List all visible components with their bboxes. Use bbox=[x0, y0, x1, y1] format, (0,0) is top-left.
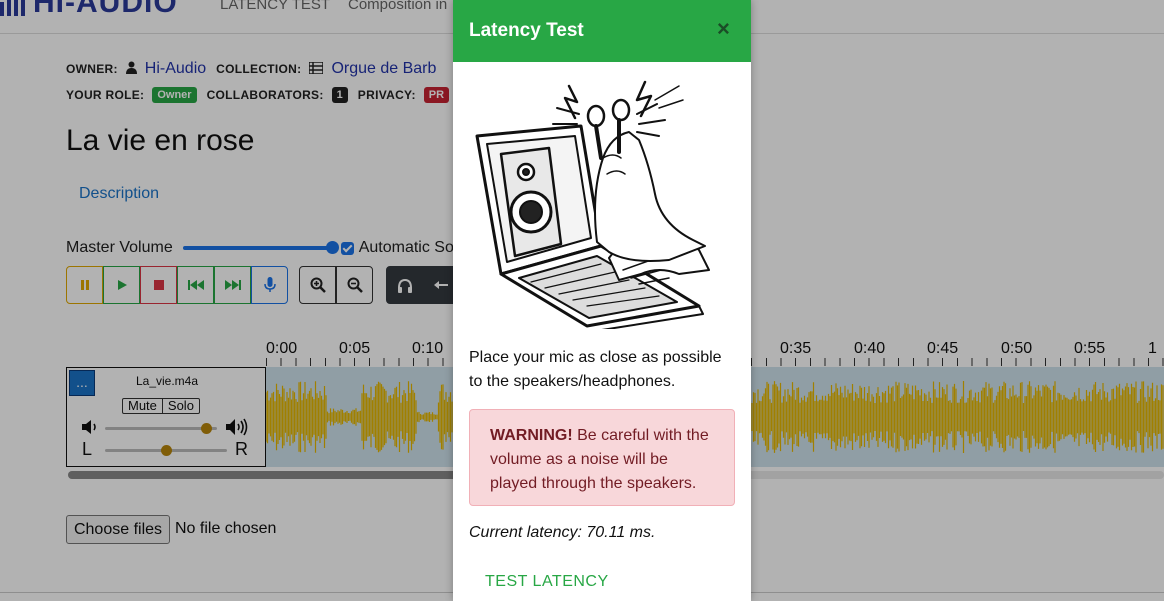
close-icon[interactable]: × bbox=[717, 18, 730, 40]
modal-header: Latency Test × bbox=[453, 0, 751, 62]
warning-alert: WARNING! Be careful with the volume as a… bbox=[469, 409, 735, 506]
instruction-text: Place your mic as close as possible to t… bbox=[469, 349, 722, 390]
latency-test-modal: Latency Test × Place your mic as close a… bbox=[453, 0, 751, 601]
test-latency-button[interactable]: TEST LATENCY bbox=[485, 573, 609, 591]
current-latency: Current latency: 70.11 ms. bbox=[469, 524, 656, 541]
warning-strong: WARNING! bbox=[490, 427, 573, 444]
modal-title: Latency Test bbox=[469, 20, 584, 41]
laptop-earbuds-illustration bbox=[475, 80, 710, 329]
